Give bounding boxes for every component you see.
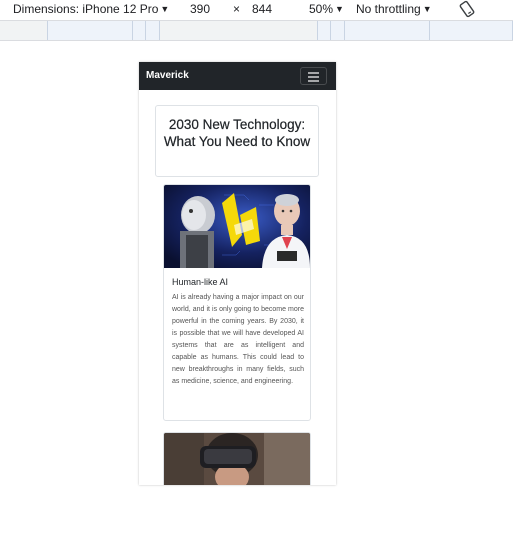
device-select[interactable]: Dimensions: iPhone 12 Pro ▼ [13,2,169,16]
throttling-select-label: No throttling [356,2,421,16]
humanoid-robots-image [164,185,310,268]
navbar: Maverick [139,62,336,90]
devtools-device-toolbar: Dimensions: iPhone 12 Pro ▼ 390 × 844 50%… [0,0,513,20]
page-title-box: 2030 New Technology: What You Need to Kn… [155,105,319,177]
article-card[interactable]: Human-like AI AI is already having a maj… [163,184,311,421]
hamburger-icon [308,72,319,74]
hamburger-icon [308,80,319,82]
ruler-segment[interactable] [330,21,344,40]
chevron-down-icon: ▼ [335,4,344,14]
ruler-segment[interactable] [47,21,132,40]
ruler-segment[interactable] [145,21,159,40]
ruler-segment[interactable] [132,21,145,40]
mobile-viewport: Maverick 2030 New Technology: What You N… [139,62,336,485]
page-title: 2030 New Technology: What You Need to Kn… [163,117,311,149]
ruler-segment[interactable] [344,21,429,40]
zoom-select[interactable]: 50% ▼ [309,2,344,16]
page-content: 2030 New Technology: What You Need to Kn… [139,90,336,485]
card-title: Human-like AI [172,277,229,287]
navbar-brand[interactable]: Maverick [146,70,189,81]
zoom-select-label: 50% [309,2,334,16]
navbar-toggler-button[interactable] [300,67,327,85]
height-input[interactable]: 844 [252,2,272,16]
width-input[interactable]: 390 [190,2,210,16]
device-select-label: Dimensions: iPhone 12 Pro [13,2,159,16]
ruler-segment[interactable] [159,21,317,40]
card-text: AI is already having a major impact on o… [172,294,304,385]
rotate-icon[interactable] [458,0,476,18]
vr-headset-image [164,433,310,485]
hamburger-icon [308,76,319,78]
chevron-down-icon: ▼ [422,4,432,14]
article-card[interactable] [163,432,311,485]
throttling-select[interactable]: No throttling ▼ [356,2,432,16]
devtools-media-ruler[interactable] [0,20,513,41]
ruler-segment[interactable] [429,21,513,40]
ruler-segment[interactable] [317,21,330,40]
dimension-separator: × [233,2,241,16]
chevron-down-icon: ▼ [160,4,170,14]
